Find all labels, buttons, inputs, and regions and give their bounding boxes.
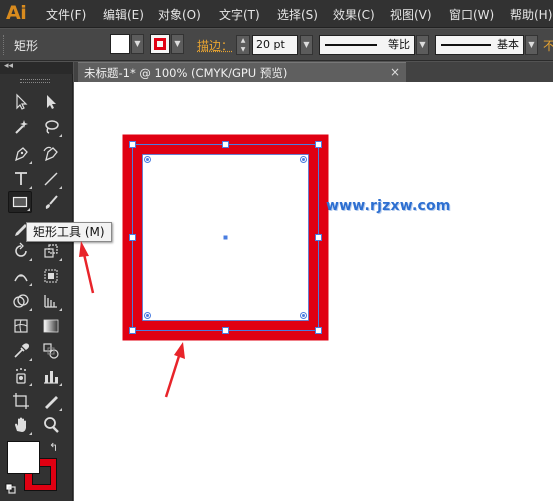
free-transform-tool-icon[interactable] <box>39 265 63 287</box>
rectangle-tool-icon[interactable] <box>8 191 32 213</box>
brush-definition[interactable]: 基本 <box>435 35 524 55</box>
app-logo: Ai <box>6 2 27 24</box>
default-fill-stroke-icon[interactable] <box>5 483 17 495</box>
brush-label: 基本 <box>497 38 519 51</box>
type-tool-icon[interactable] <box>9 168 33 190</box>
menu-object[interactable]: 对象(O) <box>158 6 201 23</box>
document-tab-title: 未标题-1* @ 100% (CMYK/GPU 预览) <box>84 66 288 80</box>
stroke-weight-stepper[interactable]: ▲ ▼ <box>236 35 250 55</box>
artboard-canvas[interactable] <box>74 82 553 501</box>
menu-view[interactable]: 视图(V) <box>390 6 432 23</box>
watermark-text: www.rjzxw.com <box>326 198 451 214</box>
menu-file[interactable]: 文件(F) <box>46 6 86 23</box>
variable-width-label: 等比 <box>388 38 410 51</box>
menu-window[interactable]: 窗口(W) <box>449 6 494 23</box>
tool-tooltip: 矩形工具 (M) <box>26 222 112 242</box>
paintbrush-tool-icon[interactable] <box>39 192 63 214</box>
pen-tool-icon[interactable] <box>9 143 33 165</box>
stroke-color-swatch[interactable] <box>150 34 170 54</box>
artwork-layer <box>122 134 329 341</box>
stroke-dropdown-arrow[interactable]: ▼ <box>171 34 184 54</box>
menu-edit[interactable]: 编辑(E) <box>103 6 144 23</box>
blend-tool-icon[interactable] <box>39 340 63 362</box>
fill-dropdown-arrow[interactable]: ▼ <box>131 34 144 54</box>
center-point <box>223 235 228 240</box>
menu-help[interactable]: 帮助(H) <box>510 6 552 23</box>
magic-wand-tool-icon[interactable] <box>9 116 33 138</box>
control-bar: 矩形 ▼ ▼ 描边： ▲ ▼ 20 pt ▼ 等比 ▼ 基本 ▼ 不 <box>0 29 553 61</box>
slice-tool-icon[interactable] <box>39 390 63 412</box>
shape-builder-tool-icon[interactable] <box>9 290 33 312</box>
tools-panel-grip[interactable] <box>20 79 50 83</box>
gradient-tool-icon[interactable] <box>39 315 63 337</box>
document-tab[interactable]: 未标题-1* @ 100% (CMYK/GPU 预览) × <box>78 62 406 82</box>
lasso-tool-icon[interactable] <box>39 116 63 138</box>
collapse-icon[interactable]: ◂◂ <box>4 61 13 71</box>
mesh-tool-icon[interactable] <box>9 315 33 337</box>
stroke-weight-input[interactable]: 20 pt <box>252 35 298 55</box>
eyedropper-tool-icon[interactable] <box>9 340 33 362</box>
tools-panel-header[interactable]: ◂◂ <box>0 61 73 74</box>
rotate-tool-icon[interactable] <box>9 240 33 262</box>
hand-tool-icon[interactable] <box>9 414 33 436</box>
menu-select[interactable]: 选择(S) <box>277 6 318 23</box>
column-graph-tool-icon[interactable] <box>39 365 63 387</box>
direct-selection-tool-icon[interactable] <box>39 91 63 113</box>
control-bar-grip[interactable] <box>3 35 6 55</box>
profile-dropdown-arrow[interactable]: ▼ <box>416 35 429 55</box>
perspective-grid-tool-icon[interactable] <box>39 290 63 312</box>
close-icon[interactable]: × <box>390 65 400 79</box>
current-tool-name: 矩形 <box>14 39 39 53</box>
stroke-label[interactable]: 描边： <box>197 37 233 54</box>
curvature-tool-icon[interactable] <box>39 143 63 165</box>
zoom-tool-icon[interactable] <box>39 414 63 436</box>
swap-fill-stroke-icon[interactable]: ↰ <box>49 441 58 454</box>
scale-tool-icon[interactable] <box>39 240 63 262</box>
fill-swatch[interactable] <box>7 441 40 474</box>
selection-tool-icon[interactable] <box>9 91 33 113</box>
symbol-sprayer-tool-icon[interactable] <box>9 365 33 387</box>
brush-dropdown-arrow[interactable]: ▼ <box>525 35 538 55</box>
tools-panel: ◂◂ ↰ <box>0 61 73 501</box>
line-segment-tool-icon[interactable] <box>39 168 63 190</box>
fill-color-swatch[interactable] <box>110 34 130 54</box>
menu-type[interactable]: 文字(T) <box>219 6 260 23</box>
menu-effect[interactable]: 效果(C) <box>333 6 375 23</box>
document-tab-bar: 未标题-1* @ 100% (CMYK/GPU 预览) × <box>74 62 553 82</box>
profile-line-preview <box>325 44 377 46</box>
variable-width-profile[interactable]: 等比 <box>319 35 415 55</box>
artboard-tool-icon[interactable] <box>9 390 33 412</box>
width-tool-icon[interactable] <box>9 265 33 287</box>
overflow-label: 不 <box>543 39 553 53</box>
stroke-weight-dropdown-arrow[interactable]: ▼ <box>300 35 313 55</box>
menu-bar: Ai 文件(F) 编辑(E) 对象(O) 文字(T) 选择(S) 效果(C) 视… <box>0 0 553 28</box>
brush-line-preview <box>441 44 491 46</box>
